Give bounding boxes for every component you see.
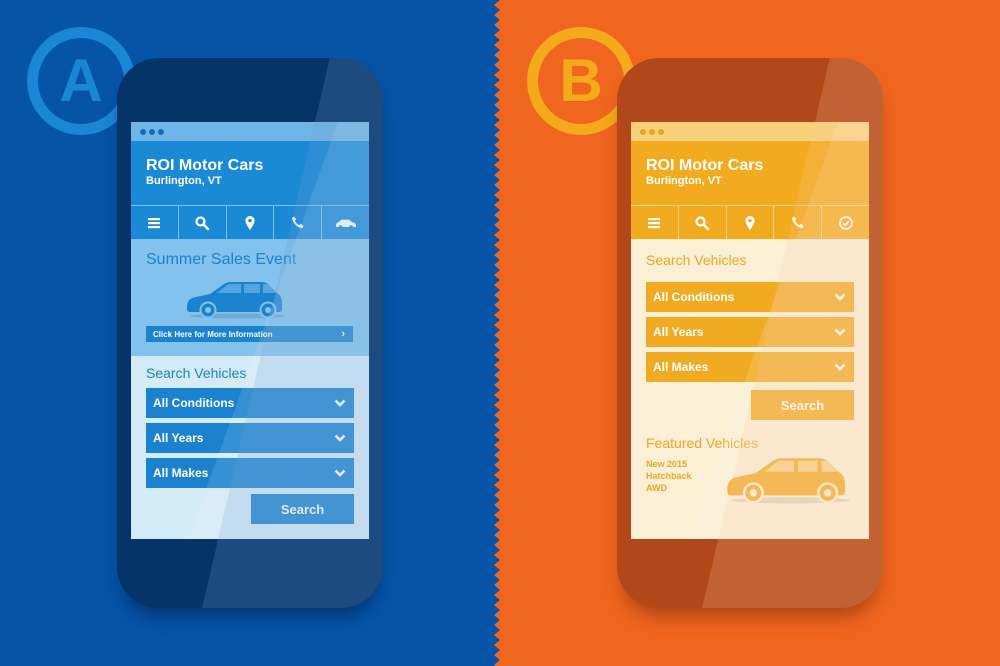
chevron-down-icon <box>334 434 346 442</box>
car-illustration <box>187 282 286 319</box>
phone-screen: ROI Motor Cars Burlington, VT Summer Sal… <box>131 122 369 539</box>
search-icon <box>695 215 710 230</box>
phone-icon <box>791 216 804 228</box>
location-pin-icon <box>245 215 255 230</box>
nav-location-button[interactable] <box>727 206 775 239</box>
year-select[interactable]: All Years <box>146 423 354 453</box>
phone-variant-a: ROI Motor Cars Burlington, VT Summer Sal… <box>117 58 383 608</box>
nav-location-button[interactable] <box>227 206 275 239</box>
condition-select[interactable]: All Conditions <box>146 388 354 418</box>
featured-vehicle-card[interactable]: New 2015 Hatchback AWD <box>646 458 854 528</box>
year-select[interactable]: All Years <box>646 317 854 347</box>
site-header: ROI Motor Cars Burlington, VT <box>131 141 369 205</box>
nav-phone-button[interactable] <box>774 206 823 239</box>
site-header: ROI Motor Cars Burlington, VT <box>631 141 869 205</box>
chevron-down-icon <box>334 399 346 407</box>
browser-bar <box>131 122 369 141</box>
site-title: ROI Motor Cars <box>646 157 764 174</box>
chevron-down-icon <box>834 363 846 371</box>
promo-title: Summer Sales Event <box>146 251 297 268</box>
site-location: Burlington, VT <box>146 175 222 187</box>
select-value: All Makes <box>153 466 209 480</box>
vehicle-line: New 2015 <box>646 459 688 469</box>
search-button[interactable]: Search <box>251 494 354 524</box>
search-vehicles-section: Search Vehicles All Conditions All Years… <box>131 356 369 539</box>
dot-icon <box>158 128 164 135</box>
make-select[interactable]: All Makes <box>146 458 354 488</box>
site-title: ROI Motor Cars <box>146 157 264 174</box>
search-section-title: Search Vehicles <box>646 252 747 268</box>
icon-navbar <box>131 205 369 239</box>
select-value: All Years <box>153 431 204 445</box>
dot-icon <box>649 128 655 135</box>
search-vehicles-section: Search Vehicles All Conditions All Years… <box>631 239 869 539</box>
dot-icon <box>640 128 646 135</box>
icon-navbar <box>631 205 869 239</box>
phone-variant-b: ROI Motor Cars Burlington, VT Search Veh… <box>617 58 883 608</box>
chevron-down-icon <box>334 469 346 477</box>
car-icon <box>335 219 356 229</box>
badge-letter: B <box>559 47 603 114</box>
location-pin-icon <box>745 215 755 230</box>
car-illustration <box>727 458 850 504</box>
nav-menu-button[interactable] <box>131 206 179 239</box>
nav-phone-button[interactable] <box>274 206 323 239</box>
site-location: Burlington, VT <box>646 175 722 187</box>
search-button[interactable]: Search <box>751 390 854 420</box>
nav-search-button[interactable] <box>679 206 727 239</box>
badge-letter: A <box>59 47 103 114</box>
more-info-link[interactable]: Click Here for More Information › <box>146 326 353 342</box>
featured-vehicles-title: Featured Vehicles <box>646 435 759 451</box>
select-value: All Makes <box>653 360 709 374</box>
phone-screen: ROI Motor Cars Burlington, VT Search Veh… <box>631 122 869 539</box>
phone-icon <box>291 216 304 228</box>
select-value: All Conditions <box>653 290 735 304</box>
menu-icon <box>148 217 161 228</box>
chevron-down-icon <box>834 328 846 336</box>
nav-checklist-button[interactable] <box>822 206 869 239</box>
more-info-label: Click Here for More Information <box>153 329 273 339</box>
chevron-right-icon: › <box>341 328 345 340</box>
nav-inventory-button[interactable] <box>322 206 369 239</box>
select-value: All Years <box>653 325 704 339</box>
zigzag-divider <box>494 0 508 666</box>
checkmark-circle-icon <box>838 215 853 230</box>
browser-bar <box>631 122 869 141</box>
dot-icon <box>140 128 146 135</box>
nav-search-button[interactable] <box>179 206 227 239</box>
search-icon <box>195 215 210 230</box>
vehicle-line: Hatchback <box>646 471 692 481</box>
nav-menu-button[interactable] <box>631 206 679 239</box>
promo-banner: Summer Sales Event Click Here for More I… <box>131 239 369 356</box>
dot-icon <box>149 128 155 135</box>
make-select[interactable]: All Makes <box>646 352 854 382</box>
select-value: All Conditions <box>153 396 235 410</box>
chevron-down-icon <box>834 293 846 301</box>
condition-select[interactable]: All Conditions <box>646 282 854 312</box>
dot-icon <box>658 128 664 135</box>
featured-vehicle-description: New 2015 Hatchback AWD <box>646 458 716 494</box>
menu-icon <box>648 217 661 228</box>
search-section-title: Search Vehicles <box>146 365 247 381</box>
vehicle-line: AWD <box>646 483 667 493</box>
